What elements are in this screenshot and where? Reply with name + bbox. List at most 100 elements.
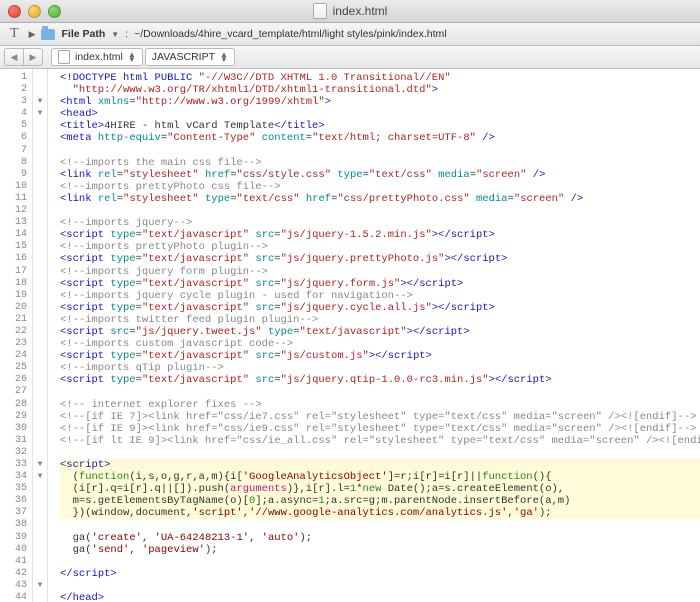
code-line[interactable]: <script src="js/jquery.tweet.js" type="t…	[60, 326, 700, 338]
line-number: 1	[0, 72, 32, 84]
line-number: 39	[0, 532, 32, 544]
fold-marker-icon	[33, 229, 47, 241]
line-number: 32	[0, 447, 32, 459]
fold-marker-icon	[33, 72, 47, 84]
line-number: 9	[0, 169, 32, 181]
fold-marker-icon	[33, 507, 47, 519]
zoom-icon[interactable]	[48, 5, 61, 18]
code-line[interactable]: <meta http-equiv="Content-Type" content=…	[60, 132, 700, 144]
fold-marker-icon	[33, 169, 47, 181]
code-line[interactable]: <script type="text/javascript" src="js/j…	[60, 302, 700, 314]
line-number: 4	[0, 108, 32, 120]
code-line[interactable]: <!--imports jquery cycle plugin - used f…	[60, 290, 700, 302]
code-line[interactable]: <!--imports the main css file-->	[60, 157, 700, 169]
code-line[interactable]: "http://www.w3.org/TR/xhtml1/DTD/xhtml1-…	[60, 84, 700, 96]
fold-marker-icon	[33, 374, 47, 386]
window-title-text: index.html	[333, 4, 388, 18]
fold-marker-icon	[33, 399, 47, 411]
editor-window: index.html T ▶ File Path ▼ : ~/Downloads…	[0, 0, 700, 602]
minimize-icon[interactable]	[28, 5, 41, 18]
line-number: 30	[0, 423, 32, 435]
fold-marker-icon[interactable]: ▼	[33, 471, 47, 483]
fold-marker-icon	[33, 556, 47, 568]
code-line[interactable]: (function(i,s,o,g,r,a,m){i['GoogleAnalyt…	[60, 471, 700, 483]
code-line[interactable]: <script type="text/javascript" src="js/j…	[60, 253, 700, 265]
code-line[interactable]: <!--[if IE 9]><link href="css/ie9.css" r…	[60, 423, 700, 435]
code-line[interactable]: <script type="text/javascript" src="js/j…	[60, 229, 700, 241]
code-line[interactable]	[60, 386, 700, 398]
code-line[interactable]: <!--[if lt IE 9]><link href="css/ie_all.…	[60, 435, 700, 447]
fold-marker-icon	[33, 495, 47, 507]
line-number: 14	[0, 229, 32, 241]
code-line[interactable]: <script type="text/javascript" src="js/j…	[60, 374, 700, 386]
code-line[interactable]: <!--imports twitter feed plugin plugin--…	[60, 314, 700, 326]
code-area[interactable]: <!DOCTYPE html PUBLIC "-//W3C//DTD XHTML…	[48, 69, 700, 602]
fold-marker-icon[interactable]: ▼	[33, 580, 47, 592]
line-number: 23	[0, 338, 32, 350]
code-line[interactable]: <!--imports jquery-->	[60, 217, 700, 229]
code-line[interactable]: m=s.getElementsByTagName(o)[0];a.async=1…	[60, 495, 700, 507]
fold-marker-icon	[33, 266, 47, 278]
code-line[interactable]: <head>	[60, 108, 700, 120]
line-number-gutter[interactable]: 1234567891011121314151617181920212223242…	[0, 69, 33, 602]
code-line[interactable]	[60, 556, 700, 568]
code-line[interactable]: <link rel="stylesheet" href="css/style.c…	[60, 169, 700, 181]
code-line[interactable]: </head>	[60, 592, 700, 602]
line-number: 25	[0, 362, 32, 374]
close-icon[interactable]	[8, 5, 21, 18]
path-bar: T ▶ File Path ▼ : ~/Downloads/4hire_vcar…	[0, 23, 700, 46]
line-number: 12	[0, 205, 32, 217]
code-line[interactable]	[60, 145, 700, 157]
stepper-icon: ▲▼	[128, 52, 136, 62]
code-line[interactable]: ga('create', 'UA-64248213-1', 'auto');	[60, 532, 700, 544]
fold-marker-icon	[33, 447, 47, 459]
code-line[interactable]: ga('send', 'pageview');	[60, 544, 700, 556]
nav-back-button[interactable]: ◀	[4, 48, 23, 66]
code-line[interactable]: <!-- internet explorer fixes -->	[60, 399, 700, 411]
line-number: 8	[0, 157, 32, 169]
code-line[interactable]	[60, 580, 700, 592]
fold-marker-icon[interactable]: ▼	[33, 108, 47, 120]
line-number: 2	[0, 84, 32, 96]
fold-marker-icon	[33, 253, 47, 265]
line-number: 16	[0, 253, 32, 265]
disclosure-icon[interactable]: ▶	[29, 29, 36, 40]
fold-marker-icon	[33, 205, 47, 217]
code-line[interactable]: <!--[if IE 7]><link href="css/ie7.css" r…	[60, 411, 700, 423]
code-line[interactable]: <script type="text/javascript" src="js/j…	[60, 278, 700, 290]
line-number: 31	[0, 435, 32, 447]
code-line[interactable]: <script type="text/javascript" src="js/c…	[60, 350, 700, 362]
folder-icon	[41, 29, 55, 40]
fold-marker-icon[interactable]: ▼	[33, 96, 47, 108]
fold-marker-icon[interactable]: ▼	[33, 459, 47, 471]
nav-forward-button[interactable]: ▶	[23, 48, 43, 66]
code-line[interactable]: <!--imports prettyPhoto css file-->	[60, 181, 700, 193]
code-line[interactable]: <!--imports jquery form plugin-->	[60, 266, 700, 278]
text-mode-icon[interactable]: T	[6, 26, 23, 42]
code-line[interactable]	[60, 205, 700, 217]
code-line[interactable]: <title>4HIRE - html vCard Template</titl…	[60, 120, 700, 132]
fold-gutter[interactable]: ▼▼▼▼▼	[33, 69, 48, 602]
code-line[interactable]: <html xmlns="http://www.w3.org/1999/xhtm…	[60, 96, 700, 108]
fold-marker-icon	[33, 181, 47, 193]
line-number: 20	[0, 302, 32, 314]
line-number: 7	[0, 145, 32, 157]
language-selector[interactable]: JAVASCRIPT ▲▼	[145, 48, 235, 66]
line-number: 27	[0, 386, 32, 398]
code-line[interactable]: <!DOCTYPE html PUBLIC "-//W3C//DTD XHTML…	[60, 72, 700, 84]
code-line[interactable]: <link rel="stylesheet" type="text/css" h…	[60, 193, 700, 205]
code-line[interactable]: })(window,document,'script','//www.googl…	[60, 507, 700, 519]
code-line[interactable]: <script>	[60, 459, 700, 471]
file-selector[interactable]: index.html ▲▼	[51, 48, 143, 66]
code-line[interactable]: <!--imports qTip plugin-->	[60, 362, 700, 374]
code-line[interactable]	[60, 447, 700, 459]
code-line[interactable]: (i[r].q=i[r].q||[]).push(arguments)},i[r…	[60, 483, 700, 495]
nav-buttons: ◀ ▶	[4, 48, 43, 66]
code-line[interactable]: </script>	[60, 568, 700, 580]
code-line[interactable]: <!--imports prettyPhoto plugin-->	[60, 241, 700, 253]
line-number: 13	[0, 217, 32, 229]
line-number: 24	[0, 350, 32, 362]
code-line[interactable]: <!--imports custom javascript code-->	[60, 338, 700, 350]
path-dropdown-icon[interactable]: ▼	[111, 30, 119, 39]
code-line[interactable]	[60, 519, 700, 531]
